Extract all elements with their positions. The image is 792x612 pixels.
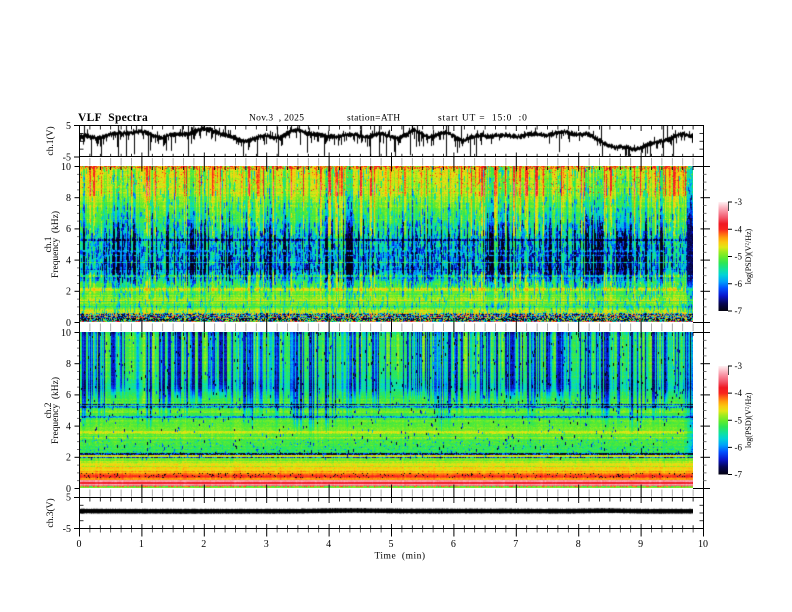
svg-text:3: 3	[264, 539, 269, 550]
svg-text:-4: -4	[735, 224, 743, 234]
svg-text:-6: -6	[735, 442, 743, 452]
svg-text:station=ATH: station=ATH	[347, 114, 401, 124]
svg-text:4: 4	[66, 421, 71, 432]
svg-text:-5: -5	[735, 415, 743, 425]
svg-text:Time (min): Time (min)	[374, 551, 425, 562]
svg-text:-5: -5	[63, 524, 71, 535]
svg-text:-5: -5	[735, 252, 743, 262]
svg-text:8: 8	[576, 539, 581, 550]
svg-text:8: 8	[66, 359, 71, 370]
svg-text:ch.3(V): ch.3(V)	[45, 498, 56, 527]
svg-text:-3: -3	[735, 361, 743, 371]
svg-text:log(PSD)(V2/Hz): log(PSD)(V2/Hz)	[744, 392, 753, 448]
svg-text:2: 2	[66, 287, 71, 298]
svg-text:0: 0	[77, 539, 82, 550]
svg-text:9: 9	[638, 539, 643, 550]
svg-text:1: 1	[139, 539, 144, 550]
svg-text:5: 5	[66, 121, 71, 132]
svg-text:10: 10	[61, 162, 71, 173]
svg-text:10: 10	[698, 539, 708, 550]
svg-text:6: 6	[66, 224, 71, 235]
svg-text:4: 4	[326, 539, 331, 550]
svg-text:Frequency (kHz): Frequency (kHz)	[50, 211, 61, 278]
svg-text:-7: -7	[735, 306, 743, 316]
svg-text:4: 4	[66, 255, 71, 266]
svg-text:8: 8	[66, 193, 71, 204]
svg-text:start UT = 15:0 :0: start UT = 15:0 :0	[438, 114, 528, 124]
svg-text:VLF Spectra: VLF Spectra	[78, 112, 148, 124]
svg-text:5: 5	[389, 539, 394, 550]
svg-text:-4: -4	[735, 388, 743, 398]
svg-text:log(PSD)(V2/Hz): log(PSD)(V2/Hz)	[744, 228, 753, 284]
svg-text:2: 2	[66, 453, 71, 464]
svg-text:-6: -6	[735, 279, 743, 289]
svg-text:7: 7	[513, 539, 518, 550]
svg-text:-7: -7	[735, 470, 743, 480]
svg-text:2: 2	[201, 539, 206, 550]
svg-text:6: 6	[66, 390, 71, 401]
svg-text:10: 10	[61, 328, 71, 339]
svg-text:6: 6	[451, 539, 456, 550]
svg-text:0: 0	[66, 484, 71, 495]
svg-text:Nov.3 , 2025: Nov.3 , 2025	[249, 114, 304, 124]
svg-text:-3: -3	[735, 197, 743, 207]
svg-text:Frequency (kHz): Frequency (kHz)	[50, 377, 61, 444]
svg-text:ch.1(V): ch.1(V)	[45, 126, 56, 155]
